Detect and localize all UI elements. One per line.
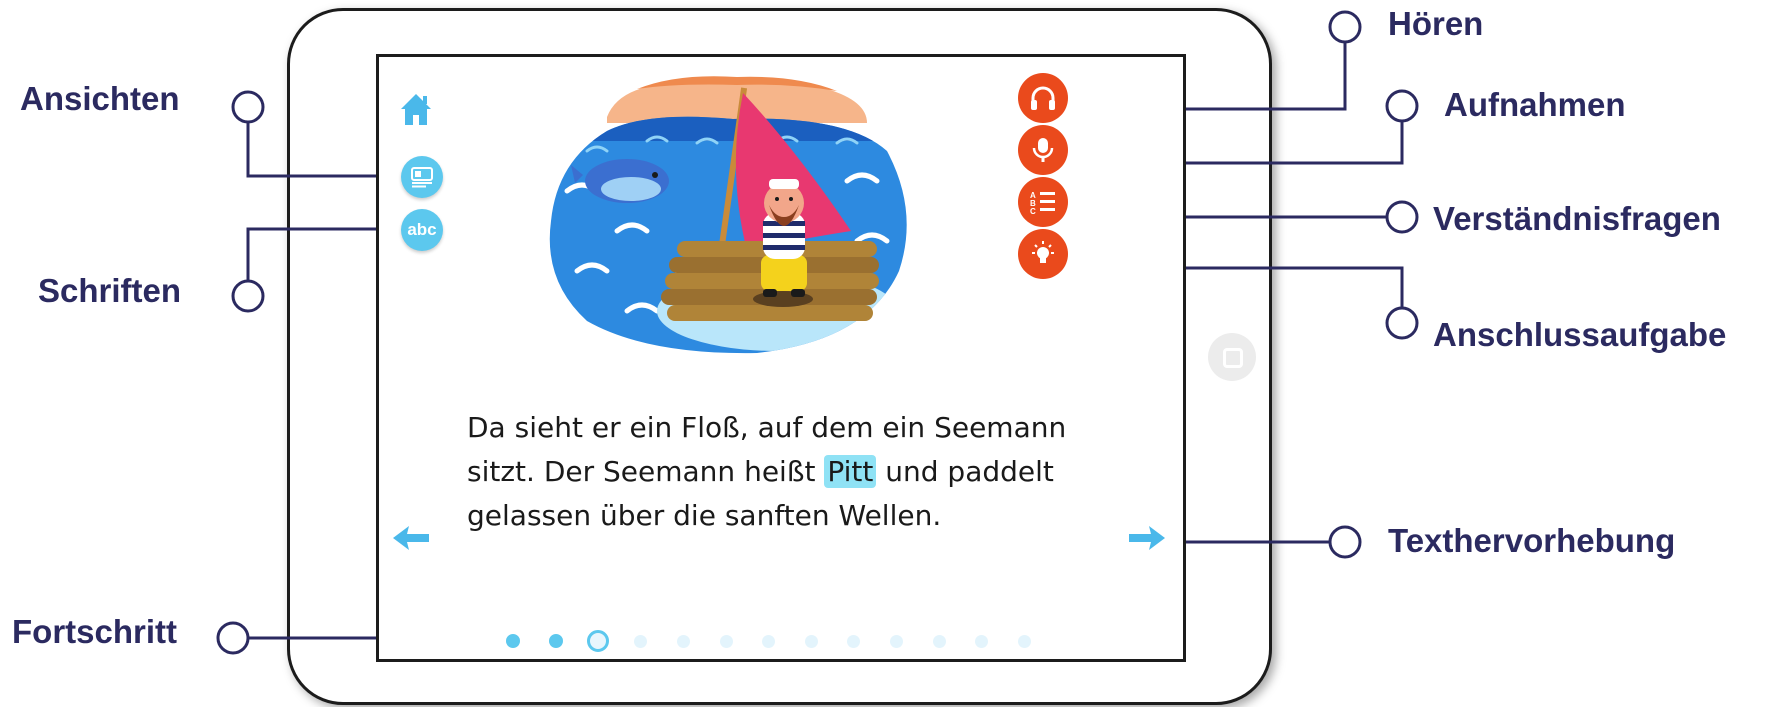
aufnahmen-marker — [1385, 89, 1419, 123]
ansichten-marker — [231, 90, 265, 124]
progress-dot-upcoming[interactable] — [762, 634, 776, 648]
views-button[interactable] — [401, 156, 443, 198]
callout-aufnahmen: Aufnahmen — [1444, 86, 1626, 123]
progress-dot-upcoming[interactable] — [975, 634, 989, 648]
story-line-3: gelassen über die sanften Wellen. — [467, 499, 942, 532]
callout-texthervorhebung: Texthervorhebung — [1388, 522, 1676, 559]
callout-hoeren: Hören — [1388, 5, 1484, 42]
headphones-icon — [1031, 86, 1055, 110]
verstaendnisfragen-marker — [1385, 200, 1419, 234]
followup-task-button[interactable] — [1018, 229, 1068, 279]
svg-text:C: C — [1030, 207, 1036, 216]
story-line-2-start: sitzt. Der Seemann heißt — [467, 455, 825, 488]
highlighted-word[interactable]: Pitt — [824, 455, 877, 488]
story-line-2-end: und paddelt — [876, 455, 1054, 488]
quiz-button[interactable]: A B C — [1018, 177, 1068, 227]
anschlussaufgabe-connector — [1168, 266, 1404, 308]
progress-dot-upcoming[interactable] — [847, 634, 861, 648]
progress-dot-upcoming[interactable] — [1017, 634, 1031, 648]
texthervorhebung-marker — [1328, 525, 1362, 559]
app-screen: abc A B C Da sieht er ein Floß, auf dem … — [376, 54, 1186, 662]
aufnahmen-connector — [1168, 120, 1404, 165]
progress-dot-upcoming[interactable] — [804, 634, 818, 648]
callout-ansichten: Ansichten — [20, 80, 180, 117]
progress-dot-upcoming[interactable] — [889, 634, 903, 648]
progress-dot-upcoming[interactable] — [932, 634, 946, 648]
ansichten-connector — [246, 121, 394, 178]
arrow-left-icon[interactable] — [391, 524, 431, 552]
arrow-right-icon[interactable] — [1127, 524, 1167, 552]
progress-dot-upcoming[interactable] — [634, 634, 648, 648]
microphone-icon — [1032, 138, 1054, 162]
callout-schriften: Schriften — [38, 272, 182, 309]
story-line-1: Da sieht er ein Floß, auf dem ein Seeman… — [467, 411, 1067, 444]
progress-dot-completed[interactable] — [506, 634, 520, 648]
home-button[interactable] — [399, 92, 433, 128]
progress-dot-completed[interactable] — [548, 634, 563, 648]
progress-dot-upcoming[interactable] — [719, 634, 733, 648]
story-illustration — [549, 76, 907, 354]
story-text: Da sieht er ein Floß, auf dem ein Seeman… — [467, 406, 1147, 538]
home-icon — [401, 94, 431, 125]
fonts-button[interactable]: abc — [401, 209, 443, 251]
anschlussaufgabe-marker — [1385, 306, 1419, 340]
hoeren-connector — [1168, 40, 1347, 111]
quiz-icon: A B C — [1030, 191, 1055, 216]
progress-dot-upcoming[interactable] — [676, 634, 690, 648]
hoeren-marker — [1328, 10, 1362, 44]
story-line-2: sitzt. Der Seemann heißt Pitt und paddel… — [467, 450, 1147, 494]
schriften-connector — [246, 227, 394, 282]
fortschritt-marker — [216, 621, 250, 655]
callout-fortschritt: Fortschritt — [12, 613, 177, 650]
schriften-marker — [231, 279, 265, 313]
record-button[interactable] — [1018, 125, 1068, 175]
lightbulb-icon — [1032, 241, 1054, 263]
progress-dot-current[interactable] — [587, 630, 610, 652]
listen-button[interactable] — [1018, 73, 1068, 123]
views-icon — [411, 167, 433, 188]
callout-anschlussaufgabe: Anschlussaufgabe — [1433, 316, 1727, 353]
callout-verstaendnisfragen: Verständnisfragen — [1433, 200, 1721, 237]
fonts-icon: abc — [407, 220, 437, 239]
